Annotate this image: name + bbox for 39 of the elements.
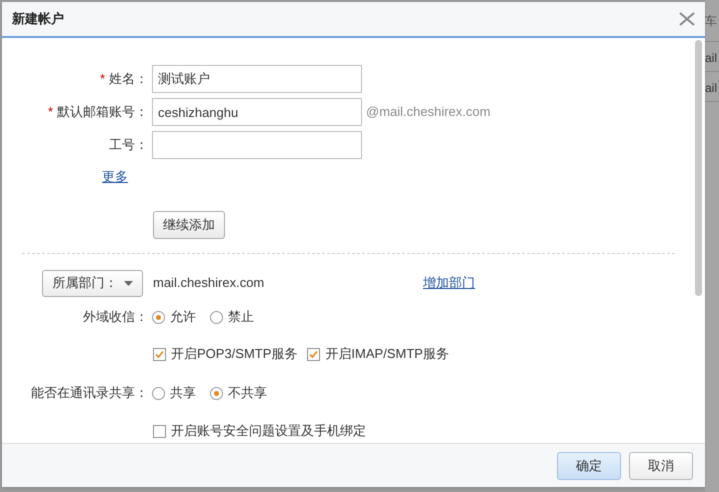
header-text: 车	[705, 12, 717, 30]
radio-label: 禁止	[228, 308, 254, 326]
window-title: 新建帐户	[12, 10, 64, 28]
cancel-button[interactable]: 取消	[629, 452, 693, 480]
input-field[interactable]	[152, 131, 362, 159]
radio-button[interactable]	[152, 386, 165, 400]
field-label: 默认邮箱账号：	[57, 103, 148, 122]
radio-button[interactable]	[210, 386, 223, 400]
field-label: 姓名：	[109, 70, 148, 88]
department-dropdown[interactable]: 所属部门：	[42, 270, 143, 296]
checkbox[interactable]	[153, 348, 166, 360]
field-label: 能否在通讯录共享：	[31, 384, 148, 402]
checkbox[interactable]	[307, 348, 320, 360]
input-field[interactable]: 测试账户	[152, 65, 362, 93]
radio-label: 允许	[170, 308, 196, 326]
field-label: 工号：	[109, 136, 148, 154]
radio-label: 不共享	[228, 384, 267, 402]
radio-label: 共享	[170, 384, 196, 402]
checkbox-label: 开启POP3/SMTP服务	[171, 345, 298, 364]
checkbox-label: 开启账号安全问题设置及手机绑定	[171, 422, 366, 440]
add-department-link[interactable]: 增加部门	[423, 273, 475, 293]
more-link[interactable]: 更多	[102, 167, 128, 187]
continue-add-button[interactable]: 继续添加	[153, 211, 225, 239]
radio-button[interactable]	[152, 310, 165, 324]
row-text: ail	[705, 80, 718, 97]
field-label: 外域收信：	[83, 308, 148, 326]
radio-button[interactable]	[210, 310, 223, 324]
scrollbar-thumb[interactable]	[695, 40, 702, 296]
row-text: ail	[705, 50, 718, 67]
checkbox[interactable]	[153, 424, 166, 438]
required-mark: *	[100, 70, 105, 88]
confirm-button[interactable]: 确定	[557, 452, 621, 480]
required-mark: *	[48, 103, 53, 122]
domain-suffix: @mail.cheshirex.com	[366, 103, 490, 122]
input-field[interactable]: ceshizhanghu	[152, 98, 362, 126]
department-value: mail.cheshirex.com	[153, 274, 266, 292]
close-icon[interactable]	[679, 12, 695, 26]
checkbox-label: 开启IMAP/SMTP服务	[325, 345, 449, 364]
caret-icon	[124, 280, 132, 286]
